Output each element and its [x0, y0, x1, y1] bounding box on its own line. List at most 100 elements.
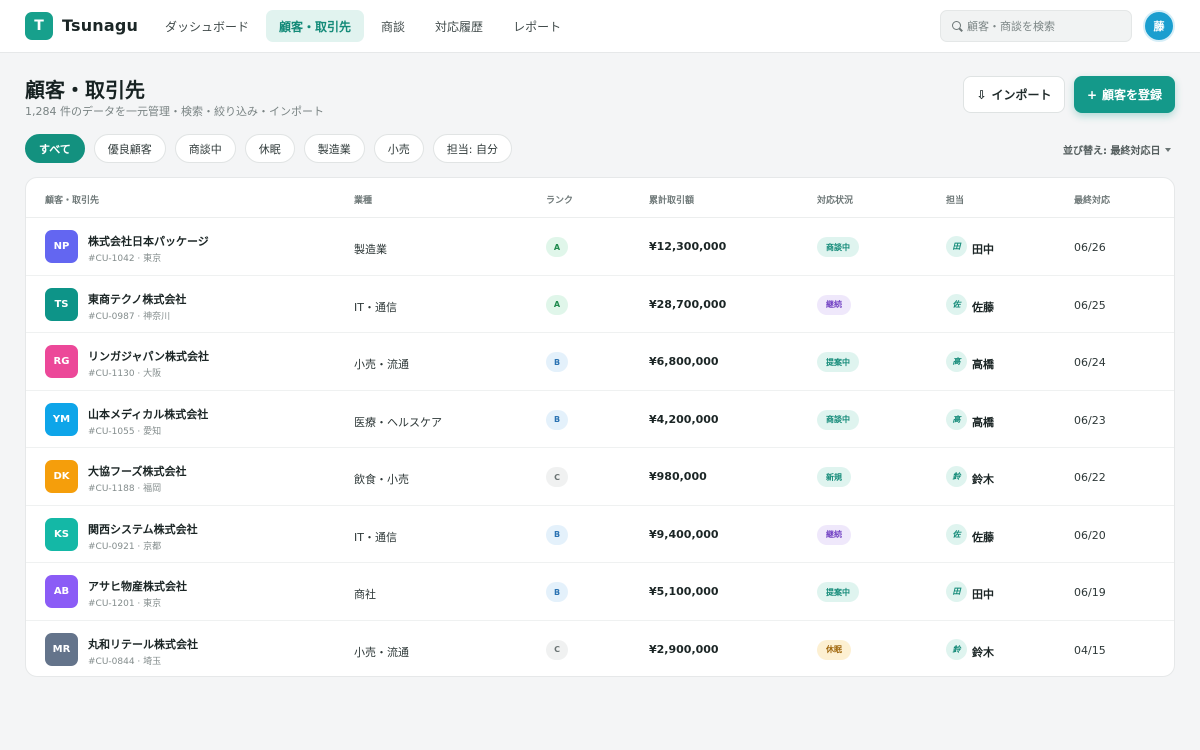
status-badge: 継続	[817, 524, 851, 545]
import-button-label: インポート	[991, 88, 1052, 102]
customer-name[interactable]: 大協フーズ株式会社	[88, 463, 186, 479]
search-input[interactable]	[967, 19, 1127, 33]
last-contact-date: 06/20	[1074, 528, 1106, 542]
app-name[interactable]: Tsunagu	[62, 16, 138, 35]
table-row[interactable]: TS 東商テクノ株式会社 #CU-0987 · 神奈川 IT・通信 A ¥28,700,0…	[26, 276, 1174, 333]
table-row[interactable]: YM 山本メディカル株式会社 #CU-1055 · 愛知 医療・ヘルスケア B ¥4,20…	[26, 391, 1174, 448]
industry-cell: IT・通信	[354, 530, 397, 544]
status-badge: 休眠	[817, 639, 851, 660]
customer-avatar: MR	[45, 632, 78, 666]
import-button[interactable]: ⇩ インポート	[963, 76, 1065, 113]
page-subtitle: 1,284 件のデータを一元管理・検索・絞り込み・インポート	[25, 105, 324, 118]
customer-name[interactable]: 東商テクノ株式会社	[88, 291, 186, 307]
rank-badge: B	[546, 582, 568, 602]
owner-avatar-icon: 田	[946, 236, 967, 257]
industry-cell: 医療・ヘルスケア	[354, 415, 442, 429]
column-header-rank[interactable]: ランク	[546, 193, 573, 206]
customer-meta: #CU-1055 · 愛知	[88, 426, 162, 437]
customer-name[interactable]: 山本メディカル株式会社	[88, 406, 208, 422]
industry-cell: 小売・流通	[354, 358, 409, 371]
table-row[interactable]: KS 関西システム株式会社 #CU-0921 · 京都 IT・通信 B ¥9,400,00…	[26, 506, 1174, 563]
status-badge: 提案中	[817, 352, 859, 372]
owner-name: 鈴木	[972, 645, 994, 659]
sort-dropdown[interactable]: 並び替え: 最終対応日	[1063, 142, 1172, 157]
owner-avatar-icon: 佐	[946, 293, 967, 315]
column-header-industry[interactable]: 業種	[354, 193, 372, 206]
nav-item-deals[interactable]: 商談	[368, 10, 418, 42]
amount-cell: ¥5,100,000	[649, 585, 719, 598]
rank-badge: B	[546, 524, 568, 545]
rank-badge: B	[546, 352, 568, 372]
customer-name[interactable]: 関西システム株式会社	[88, 521, 198, 537]
sort-label: 並び替え: 最終対応日	[1063, 146, 1161, 157]
download-arrow-icon: ⇩	[976, 87, 987, 102]
plus-icon: +	[1086, 87, 1098, 102]
owner-name: 佐藤	[972, 300, 994, 314]
filter-chip-manufacturing[interactable]: 製造業	[303, 134, 365, 163]
rank-badge: A	[546, 294, 568, 315]
add-customer-button-label: 顧客を登録	[1102, 88, 1163, 102]
filter-chip-vip[interactable]: 優良顧客	[93, 134, 166, 163]
customer-avatar: DK	[45, 460, 78, 493]
table-row[interactable]: MR 丸和リテール株式会社 #CU-0844 · 埼玉 小売・流通 C ¥2,900,00…	[26, 621, 1174, 677]
customer-avatar: TS	[45, 287, 78, 321]
filter-chip-mine[interactable]: 担当: 自分	[432, 134, 512, 163]
table-row[interactable]: AB アサヒ物産株式会社 #CU-1201 · 東京 商社 B ¥5,100,000 提案中…	[26, 563, 1174, 621]
owner-avatar-icon: 田	[946, 581, 967, 602]
status-badge: 商談中	[817, 237, 859, 257]
column-header-last-contact[interactable]: 最終対応	[1074, 193, 1110, 206]
top-bar: T Tsunagu ダッシュボード 顧客・取引先 商談 対応履歴 レポート 藤	[0, 0, 1200, 53]
column-header-customer[interactable]: 顧客・取引先	[45, 193, 99, 206]
column-header-amount[interactable]: 累計取引額	[649, 193, 694, 206]
owner-name: 田中	[972, 588, 994, 601]
industry-cell: 製造業	[354, 243, 387, 256]
user-avatar[interactable]: 藤	[1143, 10, 1175, 42]
customer-avatar: KS	[45, 517, 78, 551]
status-badge: 継続	[817, 294, 851, 315]
industry-cell: IT・通信	[354, 300, 397, 314]
filter-chip-dormant[interactable]: 休眠	[244, 134, 295, 163]
table-row[interactable]: DK 大協フーズ株式会社 #CU-1188 · 福岡 飲食・小売 C ¥980,000 新規…	[26, 448, 1174, 506]
customer-meta: #CU-1130 · 大阪	[88, 369, 162, 379]
customer-table: 顧客・取引先 業種 ランク 累計取引額 対応状況 担当 最終対応 NP 株式会社日…	[25, 177, 1175, 677]
amount-cell: ¥6,800,000	[649, 355, 719, 368]
logo-mark[interactable]: T	[25, 12, 53, 40]
column-header-status[interactable]: 対応状況	[817, 193, 853, 206]
filter-chip-negotiating[interactable]: 商談中	[174, 134, 236, 163]
customer-name[interactable]: 丸和リテール株式会社	[88, 636, 198, 652]
filter-chip-all[interactable]: すべて	[25, 134, 85, 163]
customer-meta: #CU-0844 · 埼玉	[88, 656, 162, 667]
owner-avatar-icon: 高	[946, 408, 967, 430]
search-icon	[952, 20, 963, 32]
nav-item-customers[interactable]: 顧客・取引先	[266, 10, 365, 42]
main-nav: ダッシュボード 顧客・取引先 商談 対応履歴 レポート	[152, 10, 574, 42]
caret-down-icon	[1165, 147, 1172, 152]
customer-name[interactable]: リンガジャパン株式会社	[88, 348, 209, 364]
rank-badge: C	[546, 639, 568, 660]
page-title: 顧客・取引先	[25, 78, 145, 102]
customer-name[interactable]: アサヒ物産株式会社	[88, 578, 187, 594]
customer-avatar: RG	[45, 345, 78, 378]
column-header-owner[interactable]: 担当	[946, 193, 964, 206]
customer-meta: #CU-0921 · 京都	[88, 541, 162, 552]
industry-cell: 飲食・小売	[354, 473, 409, 486]
search-box[interactable]	[940, 10, 1132, 42]
customer-name[interactable]: 株式会社日本パッケージ	[88, 233, 209, 249]
rank-badge: C	[546, 467, 568, 487]
last-contact-date: 04/15	[1074, 643, 1106, 657]
table-row[interactable]: NP 株式会社日本パッケージ #CU-1042 · 東京 製造業 A ¥12,300,00…	[26, 218, 1174, 276]
nav-item-history[interactable]: 対応履歴	[422, 10, 496, 42]
customer-avatar: NP	[45, 230, 78, 263]
filter-chip-retail[interactable]: 小売	[373, 134, 424, 163]
table-row[interactable]: RG リンガジャパン株式会社 #CU-1130 · 大阪 小売・流通 B ¥6,800,0…	[26, 333, 1174, 391]
customer-meta: #CU-1188 · 福岡	[88, 484, 162, 494]
last-contact-date: 06/24	[1074, 356, 1106, 369]
filter-chips: すべて 優良顧客 商談中 休眠 製造業 小売 担当: 自分	[25, 134, 512, 163]
owner-avatar-icon: 高	[946, 351, 967, 372]
add-customer-button[interactable]: + 顧客を登録	[1074, 76, 1175, 113]
nav-item-dashboard[interactable]: ダッシュボード	[152, 10, 262, 42]
industry-cell: 小売・流通	[354, 645, 409, 659]
nav-item-reports[interactable]: レポート	[500, 10, 574, 42]
amount-cell: ¥12,300,000	[649, 240, 727, 253]
customer-meta: #CU-1042 · 東京	[88, 254, 162, 264]
